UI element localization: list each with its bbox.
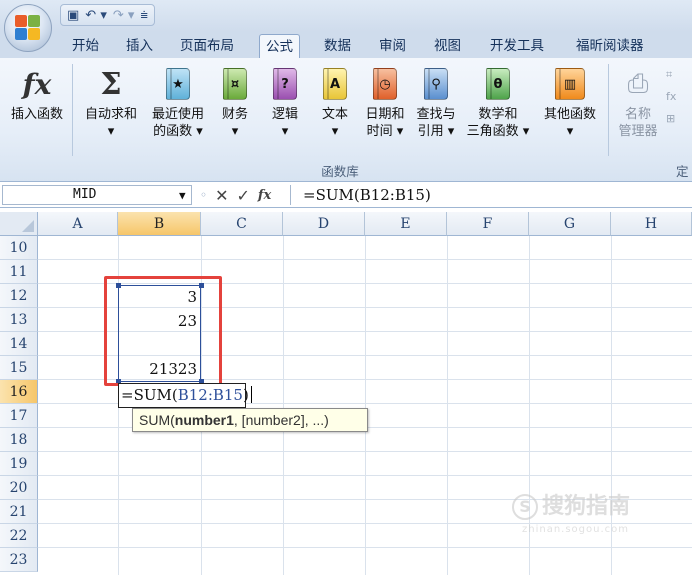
column-header-f[interactable]: F	[447, 212, 529, 236]
row-header-15[interactable]: 15	[0, 356, 38, 380]
column-header-h[interactable]: H	[611, 212, 692, 236]
formula-prefix: =SUM(	[121, 386, 178, 404]
function-library-label: 函数库	[321, 164, 359, 179]
formula-buttons: ◦ ✕ ✓ fx	[194, 185, 288, 205]
insert-function-button[interactable]: fx 插入函数	[4, 62, 70, 123]
star-book-icon: ★	[166, 68, 190, 100]
tooltip-current-argument[interactable]: number1	[175, 412, 234, 428]
tab-review[interactable]: 审阅	[373, 34, 412, 58]
quick-access-toolbar: ▣ ↶ ▾ ↷ ▾ ⩧	[60, 4, 156, 26]
tab-view[interactable]: 视图	[428, 34, 467, 58]
text-functions-button[interactable]: A 文本 ▾	[312, 62, 358, 140]
column-header-c[interactable]: C	[201, 212, 283, 236]
tooltip-function-name: SUM(	[139, 412, 175, 428]
formula-range-reference: B12:B15	[177, 386, 243, 404]
tab-developer[interactable]: 开发工具	[484, 34, 550, 58]
magnifier-book-icon: ⚲	[424, 68, 448, 100]
name-box-value: MID	[73, 187, 97, 202]
row-header-18[interactable]: 18	[0, 428, 38, 452]
finance-book-icon: ¤	[223, 68, 247, 100]
row-header-10[interactable]: 10	[0, 236, 38, 260]
tab-foxit-reader[interactable]: 福昕阅读器	[570, 34, 650, 58]
watermark-url: zhinan.sogou.com	[522, 524, 630, 535]
row-header-14[interactable]: 14	[0, 332, 38, 356]
undo-button[interactable]: ↶ ▾	[85, 8, 107, 23]
logical-functions-button[interactable]: ? 逻辑 ▾	[262, 62, 308, 140]
column-header-d[interactable]: D	[283, 212, 365, 236]
cell-b16-editor[interactable]: =SUM(B12:B15)	[118, 383, 252, 408]
autosum-button[interactable]: Σ 自动求和 ▾	[78, 62, 144, 140]
tooltip-remaining-args: , [number2], ...)	[233, 412, 329, 428]
customize-qat-button[interactable]: ⩧	[140, 8, 148, 23]
column-header-g[interactable]: G	[529, 212, 611, 236]
formula-input[interactable]: =SUM(B12:B15)	[290, 185, 692, 205]
ribbon-separator	[72, 64, 73, 156]
tab-data[interactable]: 数据	[318, 34, 357, 58]
row-header-16[interactable]: 16	[0, 380, 38, 404]
row-header-12[interactable]: 12	[0, 284, 38, 308]
defined-names-label: 定	[676, 164, 689, 179]
cancel-icon[interactable]: ✕	[215, 186, 228, 205]
fx-icon: fx	[22, 67, 52, 101]
ribbon: fx 插入函数 Σ 自动求和 ▾ ★ 最近使用 的函数 ▾ ¤ 财务 ▾ ? 逻…	[0, 58, 692, 182]
gridline	[283, 236, 284, 575]
lookup-functions-button[interactable]: ⚲ 查找与 引用 ▾	[411, 62, 461, 140]
defined-names-icons: ⌗ fx ⊞	[666, 68, 677, 125]
row-header-13[interactable]: 13	[0, 308, 38, 332]
tab-insert[interactable]: 插入	[120, 34, 159, 58]
text-book-icon: A	[323, 68, 347, 100]
name-box[interactable]: MID ▼	[2, 185, 192, 205]
separator-icon: ◦	[200, 188, 208, 202]
row-header-17[interactable]: 17	[0, 404, 38, 428]
math-functions-button[interactable]: θ 数学和 三角函数 ▾	[462, 62, 534, 140]
column-header-e[interactable]: E	[365, 212, 447, 236]
row-header-23[interactable]: 23	[0, 548, 38, 572]
insert-function-icon[interactable]: fx	[258, 188, 271, 203]
row-header-22[interactable]: 22	[0, 524, 38, 548]
row-header-20[interactable]: 20	[0, 476, 38, 500]
recent-functions-button[interactable]: ★ 最近使用 的函数 ▾	[145, 62, 211, 140]
column-header-a[interactable]: A	[38, 212, 118, 236]
gridline	[447, 236, 448, 575]
chevron-down-icon[interactable]: ▼	[179, 187, 186, 205]
ribbon-separator	[608, 64, 609, 156]
financial-functions-button[interactable]: ¤ 财务 ▾	[212, 62, 258, 140]
function-signature-tooltip[interactable]: SUM(number1, [number2], ...)	[132, 408, 368, 432]
tab-formulas[interactable]: 公式	[259, 34, 300, 58]
row-header-19[interactable]: 19	[0, 452, 38, 476]
row-header-11[interactable]: 11	[0, 260, 38, 284]
more-functions-button[interactable]: ▥ 其他函数 ▾	[536, 62, 604, 140]
ribbon-tabs: 开始 插入 页面布局 公式 数据 审阅 视图 开发工具 福昕阅读器	[0, 32, 692, 58]
name-manager-button[interactable]: ⎙ 名称 管理器	[612, 62, 664, 140]
column-header-b[interactable]: B	[118, 212, 201, 236]
sogou-logo-icon: S	[512, 494, 538, 520]
tab-page-layout[interactable]: 页面布局	[174, 34, 240, 58]
stacked-books-icon: ▥	[555, 68, 585, 100]
redo-button[interactable]: ↷ ▾	[113, 8, 135, 23]
highlight-annotation-box	[104, 276, 222, 386]
formula-bar: MID ▼ ◦ ✕ ✓ fx =SUM(B12:B15)	[0, 183, 692, 208]
office-logo-icon	[15, 15, 41, 41]
gridline	[365, 236, 366, 575]
save-icon[interactable]: ▣	[67, 8, 79, 23]
enter-check-icon[interactable]: ✓	[236, 186, 249, 205]
sigma-icon: Σ	[100, 66, 122, 102]
row-header-21[interactable]: 21	[0, 500, 38, 524]
name-manager-icon: ⎙	[627, 68, 649, 99]
question-book-icon: ?	[273, 68, 297, 100]
formula-suffix: )	[242, 386, 249, 404]
text-caret	[250, 386, 252, 403]
theta-book-icon: θ	[486, 68, 510, 100]
tab-home[interactable]: 开始	[66, 34, 105, 58]
select-all-button[interactable]	[0, 212, 38, 236]
clock-book-icon: ◷	[373, 68, 397, 100]
datetime-functions-button[interactable]: ◷ 日期和 时间 ▾	[360, 62, 410, 140]
office-button[interactable]	[4, 4, 52, 52]
watermark: S 搜狗指南	[512, 488, 630, 520]
spreadsheet-grid[interactable]: A B C D E F G H 10 11 12 13 14 15 16 17 …	[0, 212, 692, 575]
